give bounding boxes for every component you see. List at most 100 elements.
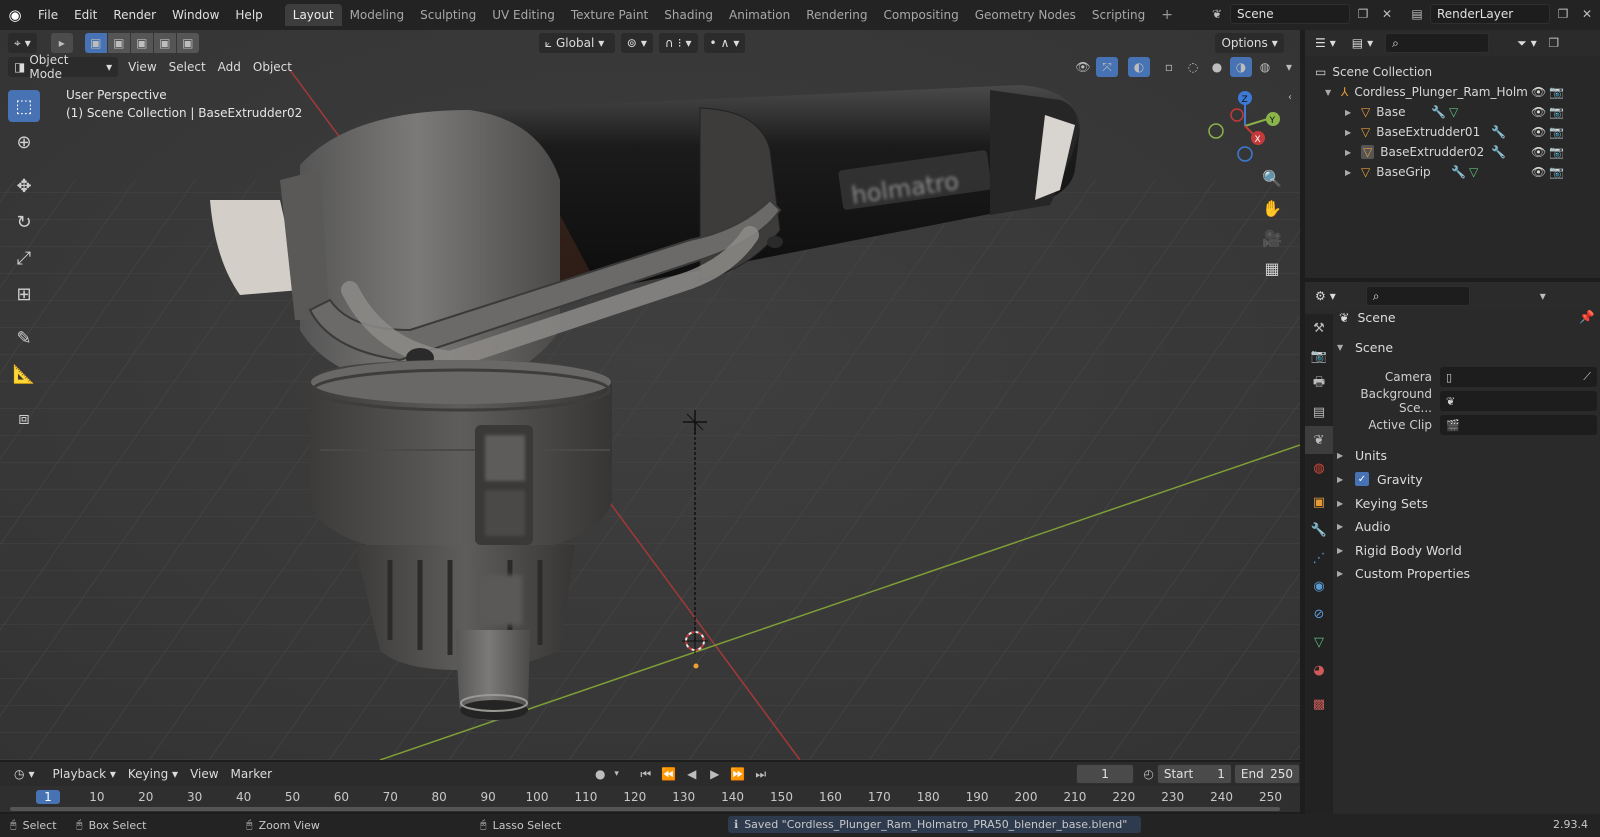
outliner-editor-type-dropdown[interactable]: ☰ ▾ bbox=[1309, 33, 1342, 53]
units-panel-header[interactable]: ▶ Units bbox=[1337, 444, 1597, 466]
visibility-eye-icon[interactable]: 👁 bbox=[1531, 165, 1546, 179]
expand-triangle-icon[interactable]: ▶ bbox=[1345, 168, 1355, 177]
constraints-tab-icon[interactable]: ⊘ bbox=[1305, 600, 1333, 628]
next-keyframe-icon[interactable]: ⏩ bbox=[727, 764, 749, 784]
pin-icon[interactable]: 📌 bbox=[1579, 309, 1595, 325]
scene-tab-icon[interactable]: ❦ bbox=[1305, 426, 1333, 454]
tool-tab-icon[interactable]: ⚒ bbox=[1305, 314, 1333, 342]
chevron-down-icon[interactable]: ▾ bbox=[1532, 286, 1554, 306]
expand-triangle-icon[interactable]: ▶ bbox=[1345, 108, 1355, 117]
modifier-wrench-icon[interactable]: 🔧 bbox=[1491, 145, 1506, 159]
timeline-editor-type-dropdown[interactable]: ◷ ▾ bbox=[8, 764, 41, 784]
cursor-tool-icon[interactable]: ⊕ bbox=[8, 126, 40, 158]
overlay-toggle-icon[interactable]: ◐ bbox=[1128, 57, 1150, 77]
active-clip-field[interactable]: 🎬 bbox=[1440, 415, 1597, 435]
view-layer-icon[interactable]: ▤ bbox=[1406, 4, 1428, 24]
outliner-row-collection[interactable]: ▼ ⅄ Cordless_Plunger_Ram_Holm 👁 📷 bbox=[1305, 82, 1600, 102]
rendered-shading-icon[interactable]: ◍ bbox=[1254, 57, 1276, 77]
measure-tool-icon[interactable]: 📐 bbox=[8, 358, 40, 390]
tab-modeling[interactable]: Modeling bbox=[342, 4, 413, 26]
timeline-ruler[interactable]: 1 10 20 30 40 50 60 70 80 90 100 110 120 130 140 150 160… bbox=[0, 786, 1300, 812]
new-collection-icon[interactable]: ❐ bbox=[1543, 33, 1565, 53]
tab-compositing[interactable]: Compositing bbox=[875, 4, 966, 26]
3d-viewport[interactable]: holmatro ⌖ ▾ ▸ ▣ ▣ ▣ ▣ ▣ ⟀ Global ▾ ⊚ ▾ … bbox=[0, 30, 1300, 760]
wireframe-shading-icon[interactable]: ◌ bbox=[1182, 57, 1204, 77]
scale-tool-icon[interactable]: ⤢ bbox=[8, 242, 40, 274]
eyedropper-icon[interactable]: ⟋ bbox=[1583, 370, 1591, 384]
neg-z-axis-handle[interactable] bbox=[1237, 146, 1253, 162]
transform-orientation-dropdown[interactable]: ⟀ Global ▾ bbox=[538, 33, 615, 53]
audio-panel-header[interactable]: ▶ Audio bbox=[1337, 515, 1597, 537]
expand-triangle-icon[interactable]: ▶ bbox=[1345, 128, 1355, 137]
sidebar-toggle-chevron-icon[interactable]: ‹ bbox=[1288, 92, 1292, 103]
navigation-gizmo[interactable]: Z Y X bbox=[1205, 86, 1285, 166]
visibility-eye-icon[interactable]: 👁 bbox=[1531, 85, 1546, 99]
visibility-eye-icon[interactable]: 👁 bbox=[1531, 145, 1546, 159]
menu-help[interactable]: Help bbox=[227, 8, 270, 22]
custom-properties-panel-header[interactable]: ▶ Custom Properties bbox=[1337, 562, 1597, 584]
select-invert-icon[interactable]: ▣ bbox=[153, 33, 176, 53]
world-tab-icon[interactable]: ◍ bbox=[1305, 454, 1333, 482]
mesh-data-icon[interactable]: ▽ bbox=[1449, 105, 1458, 119]
render-camera-icon[interactable]: 📷 bbox=[1549, 165, 1564, 179]
proportional-edit-toggle[interactable]: • ∧ ▾ bbox=[703, 33, 746, 53]
physics-tab-icon[interactable]: ◉ bbox=[1305, 572, 1333, 600]
menu-add[interactable]: Add bbox=[212, 57, 247, 77]
chevron-down-icon[interactable]: ▾ bbox=[608, 764, 624, 784]
current-frame-indicator[interactable]: 1 bbox=[36, 790, 60, 804]
use-preview-range-icon[interactable]: ◴ bbox=[1140, 764, 1156, 784]
menu-object[interactable]: Object bbox=[247, 57, 298, 77]
marker-menu[interactable]: Marker bbox=[225, 764, 278, 784]
close-scene-icon[interactable]: ✕ bbox=[1376, 4, 1398, 24]
timeline-view-menu[interactable]: View bbox=[184, 764, 224, 784]
end-frame-field[interactable]: End 250 bbox=[1233, 764, 1300, 784]
neg-x-axis-handle[interactable] bbox=[1230, 108, 1244, 122]
display-mode-dropdown[interactable]: ▤ ▾ bbox=[1345, 33, 1380, 53]
outliner-row-basegrip[interactable]: ▶ ▽ BaseGrip 🔧 ▽ 👁 📷 bbox=[1305, 162, 1600, 182]
scene-panel-header[interactable]: ▼ Scene bbox=[1337, 336, 1597, 358]
keying-menu[interactable]: Keying ▾ bbox=[122, 764, 184, 784]
tab-shading[interactable]: Shading bbox=[656, 4, 721, 26]
render-camera-icon[interactable]: 📷 bbox=[1549, 125, 1564, 139]
playback-menu[interactable]: Playback ▾ bbox=[47, 764, 122, 784]
gravity-panel-header[interactable]: ▶ ✓ Gravity bbox=[1337, 468, 1597, 490]
output-tab-icon[interactable]: 🖶 bbox=[1305, 370, 1333, 398]
copy-view-layer-icon[interactable]: ❐ bbox=[1552, 4, 1574, 24]
options-dropdown[interactable]: Options ▾ bbox=[1215, 33, 1284, 53]
rigid-body-world-panel-header[interactable]: ▶ Rigid Body World bbox=[1337, 539, 1597, 561]
select-extend-icon[interactable]: ▣ bbox=[107, 33, 130, 53]
blender-logo-icon[interactable]: ◉ bbox=[0, 6, 30, 24]
modifier-tab-icon[interactable]: 🔧 bbox=[1305, 516, 1333, 544]
gravity-checkbox[interactable]: ✓ bbox=[1355, 472, 1369, 486]
scene-name-field[interactable]: Scene bbox=[1230, 4, 1350, 24]
outliner-row-base[interactable]: ▶ ▽ Base 🔧 ▽ 👁 📷 bbox=[1305, 102, 1600, 122]
menu-select[interactable]: Select bbox=[163, 57, 212, 77]
visibility-eye-icon[interactable]: 👁 bbox=[1072, 57, 1094, 77]
snap-toggle[interactable]: ∩ ⁝ ▾ bbox=[658, 33, 698, 53]
rotate-tool-icon[interactable]: ↻ bbox=[8, 206, 40, 238]
properties-search-input[interactable]: ⌕ bbox=[1365, 286, 1470, 306]
visibility-eye-icon[interactable]: 👁 bbox=[1531, 125, 1546, 139]
tab-animation[interactable]: Animation bbox=[721, 4, 798, 26]
add-workspace-icon[interactable]: + bbox=[1153, 4, 1181, 26]
tab-scripting[interactable]: Scripting bbox=[1084, 4, 1153, 26]
object-tab-icon[interactable]: ▣ bbox=[1305, 488, 1333, 516]
filter-dropdown[interactable]: ⏷ ▾ bbox=[1511, 33, 1543, 53]
select-tool-mode-icon[interactable]: ▸ bbox=[50, 33, 73, 53]
jump-end-icon[interactable]: ⏭ bbox=[750, 764, 772, 784]
transform-tool-icon[interactable]: ⊞ bbox=[8, 278, 40, 310]
outliner-row-baseextrudder02[interactable]: ▶ ▽ BaseExtrudder02 🔧 👁 📷 bbox=[1305, 142, 1600, 162]
properties-editor-type-dropdown[interactable]: ⚙ ▾ bbox=[1309, 286, 1342, 306]
neg-y-axis-handle[interactable] bbox=[1208, 123, 1224, 139]
tab-geometry-nodes[interactable]: Geometry Nodes bbox=[967, 4, 1084, 26]
zoom-icon[interactable]: 🔍 bbox=[1258, 164, 1286, 192]
expand-triangle-icon[interactable]: ▼ bbox=[1325, 88, 1335, 97]
xray-toggle-icon[interactable]: ▫ bbox=[1158, 57, 1180, 77]
render-camera-icon[interactable]: 📷 bbox=[1549, 105, 1564, 119]
texture-tab-icon[interactable]: ▩ bbox=[1305, 690, 1333, 718]
mesh-data-icon[interactable]: ▽ bbox=[1469, 165, 1478, 179]
copy-scene-icon[interactable]: ❐ bbox=[1352, 4, 1374, 24]
pivot-point-dropdown[interactable]: ⊚ ▾ bbox=[620, 33, 653, 53]
tab-texture-paint[interactable]: Texture Paint bbox=[563, 4, 656, 26]
material-tab-icon[interactable]: ◕ bbox=[1305, 656, 1333, 684]
